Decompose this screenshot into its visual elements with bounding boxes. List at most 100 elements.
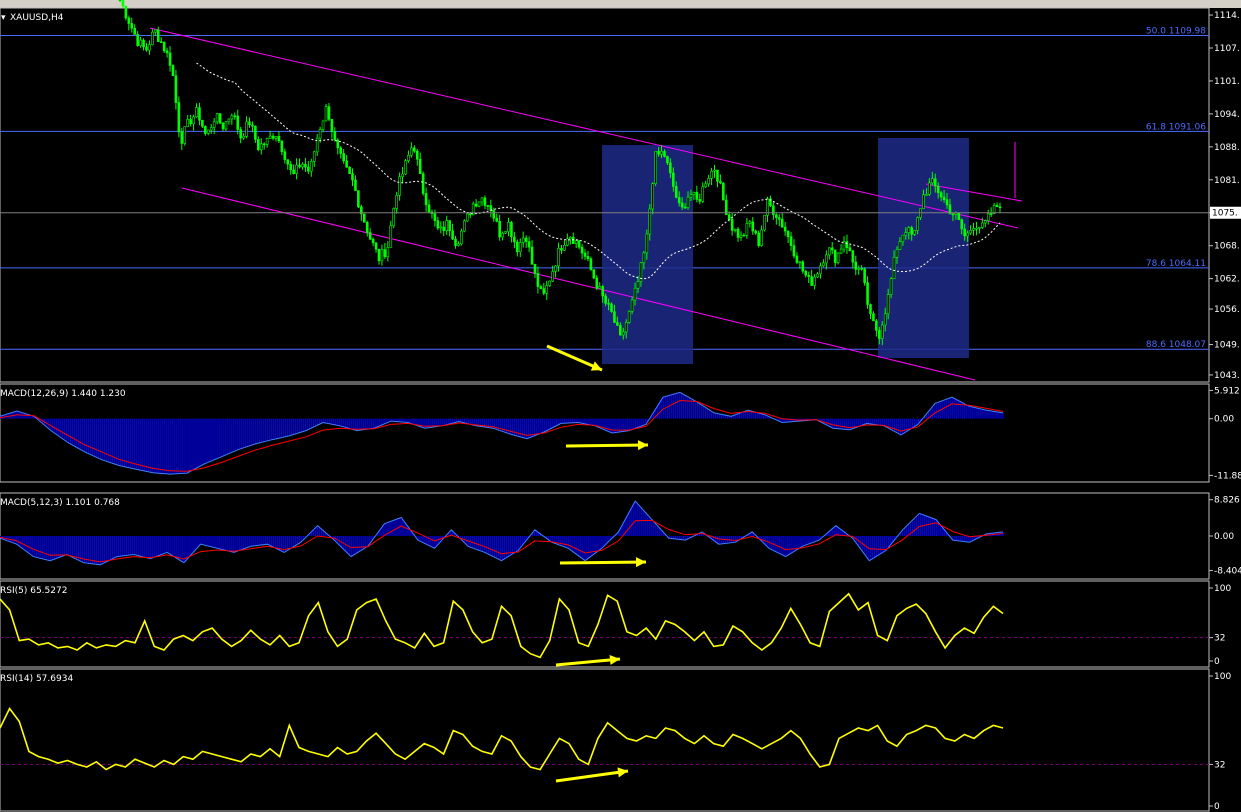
candle	[124, 5, 128, 21]
candle-body	[495, 217, 499, 222]
chart-canvas: 50.0 1109.98 61.8 1091.06 78.6 1064.11 88.6…	[0, 0, 1241, 812]
candle-body	[389, 225, 393, 248]
candle-body	[798, 261, 802, 264]
candle-body	[463, 220, 466, 232]
candle-body	[880, 324, 884, 339]
candle-body	[230, 115, 234, 120]
candle-body	[345, 160, 348, 168]
price-tick-label: 1114.	[1214, 11, 1240, 21]
candle-body	[689, 194, 693, 198]
highlight-box-2	[878, 138, 969, 358]
candle-body	[289, 163, 293, 171]
candle	[324, 103, 328, 122]
arrow-shaft	[565, 443, 649, 448]
candle-body	[627, 311, 631, 323]
candle-body	[156, 29, 160, 42]
candle-body	[748, 221, 752, 224]
candle-body	[978, 227, 981, 229]
candle	[610, 302, 613, 313]
candle-body	[680, 202, 684, 208]
candle-body	[292, 169, 295, 174]
candle-body	[733, 228, 737, 231]
candle-body	[510, 221, 513, 238]
candle-body	[248, 121, 251, 125]
candle-body	[928, 182, 931, 195]
candle-body	[601, 286, 604, 297]
candle-body	[569, 236, 572, 240]
candle-body	[836, 252, 840, 263]
candle-body	[901, 234, 905, 243]
candle-body	[604, 295, 607, 304]
candle-body	[362, 213, 366, 223]
candle-body	[972, 228, 975, 231]
candle	[177, 96, 181, 138]
candle-body	[922, 194, 925, 209]
candle-body	[969, 230, 972, 234]
candle-body	[548, 280, 551, 286]
candle-body	[822, 262, 825, 267]
candle-body	[192, 116, 195, 125]
candle-body	[775, 214, 778, 218]
candle-body	[845, 241, 849, 248]
candle-body	[262, 143, 266, 146]
candle-body	[154, 29, 157, 33]
candle-body	[660, 151, 663, 155]
candle-body	[621, 331, 625, 336]
candle-body	[221, 122, 225, 130]
candle-body	[139, 39, 142, 46]
candle-body	[162, 41, 166, 52]
arrow-shaft	[559, 560, 647, 565]
candle-body	[757, 232, 760, 246]
candle	[654, 150, 657, 187]
candle-body	[801, 261, 805, 272]
candle-body	[518, 242, 522, 253]
candle-body	[789, 236, 793, 246]
candle-body	[713, 169, 716, 172]
candle	[171, 64, 175, 77]
candle-body	[695, 191, 699, 200]
candle-body	[742, 234, 746, 237]
candle-body	[869, 304, 872, 315]
candle-body	[875, 320, 878, 331]
candle-body	[421, 173, 425, 194]
candle-body	[224, 121, 228, 130]
candle-body	[513, 236, 516, 243]
candle-body	[212, 121, 216, 128]
candle-body	[683, 206, 687, 209]
candle-body	[539, 286, 543, 289]
candle-body	[674, 186, 678, 198]
candle-body	[895, 249, 899, 258]
candle-body	[933, 178, 937, 187]
candle-body	[165, 50, 169, 54]
candle-body	[204, 125, 207, 134]
rsi5-panel	[0, 580, 1210, 668]
candle-body	[301, 163, 304, 168]
candle	[957, 212, 961, 220]
candle-body	[516, 241, 519, 253]
candle-body	[186, 119, 189, 127]
candle-body	[707, 177, 710, 185]
price-tick-label: 1043.	[1214, 371, 1240, 381]
symbol-arrow-icon: ▾	[1, 13, 6, 23]
candle-body	[825, 254, 828, 264]
macd2-label: MACD(5,12,3) 1.101 0.768	[0, 498, 120, 508]
fib-level-label: 50.0 1109.98	[1146, 26, 1206, 36]
candle-body	[807, 274, 810, 277]
candle-body	[415, 150, 419, 160]
price-tick-label: 1088.	[1214, 143, 1240, 153]
candle-body	[274, 136, 278, 139]
candle	[757, 230, 760, 248]
candle-body	[348, 166, 351, 174]
candle	[465, 212, 469, 223]
candle-body	[436, 220, 440, 229]
candle-body	[786, 230, 790, 238]
candle-body	[819, 265, 822, 275]
candle-body	[418, 158, 422, 174]
candle-body	[477, 201, 481, 207]
candle-body	[259, 143, 263, 150]
candle-body	[339, 147, 343, 154]
candle-body	[813, 276, 816, 286]
candle-body	[327, 106, 331, 120]
candle-body	[966, 232, 969, 237]
candle-body	[772, 205, 775, 215]
